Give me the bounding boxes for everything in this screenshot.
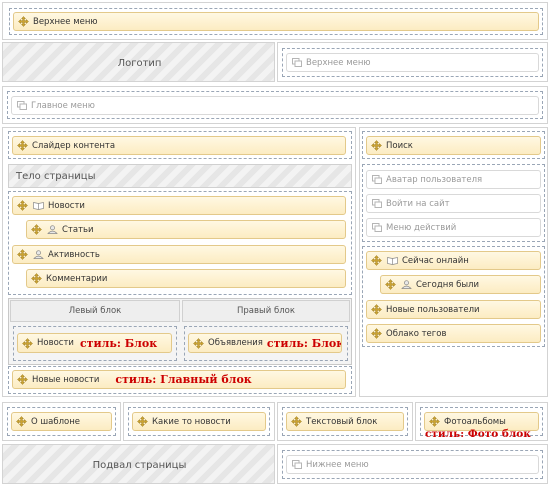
module-label: Поиск bbox=[386, 140, 413, 151]
module-label: Текстовый блок bbox=[306, 416, 378, 427]
new-users-module[interactable]: Новые пользователи bbox=[366, 300, 541, 319]
avatar-module[interactable]: Аватар пользователя bbox=[366, 170, 541, 189]
module-label: Сейчас онлайн bbox=[402, 255, 469, 266]
pages-icon bbox=[17, 101, 27, 110]
comments-module[interactable]: Комментарии bbox=[26, 269, 346, 288]
latest-news-module[interactable]: Новые новости стиль: Главный блок bbox=[12, 370, 346, 389]
pages-icon bbox=[372, 175, 382, 184]
move-icon[interactable] bbox=[31, 224, 42, 235]
top-menu-module[interactable]: Верхнее меню bbox=[13, 12, 539, 31]
left-block-header: Левый блок bbox=[10, 300, 180, 322]
footer-zone: Подвал страницы bbox=[2, 444, 275, 484]
today-were-module[interactable]: Сегодня были bbox=[380, 275, 541, 294]
book-icon bbox=[33, 201, 44, 210]
logo-label: Логотип bbox=[117, 57, 162, 69]
some-news-module[interactable]: Какие то новости bbox=[132, 412, 266, 431]
main-menu-module[interactable]: Главное меню bbox=[11, 96, 539, 115]
pages-icon bbox=[372, 199, 382, 208]
top-menu-zone: Верхнее меню bbox=[277, 42, 548, 82]
module-label: Какие то новости bbox=[152, 416, 231, 427]
module-label: Аватар пользователя bbox=[386, 174, 483, 185]
move-icon[interactable] bbox=[371, 304, 382, 315]
module-label: Новые новости bbox=[32, 374, 100, 385]
actions-menu-module[interactable]: Меню действий bbox=[366, 218, 541, 237]
pages-icon bbox=[292, 58, 302, 67]
move-icon[interactable] bbox=[371, 328, 382, 339]
left-news-module[interactable]: Новости стиль: Блок bbox=[17, 333, 172, 353]
module-label: Верхнее меню bbox=[306, 57, 371, 68]
text-block-module[interactable]: Текстовый блок bbox=[286, 412, 404, 431]
module-label: Слайдер контента bbox=[32, 140, 116, 151]
move-icon[interactable] bbox=[193, 338, 204, 349]
top-menu-module-disabled[interactable]: Верхнее меню bbox=[286, 53, 539, 72]
module-label: Верхнее меню bbox=[33, 16, 98, 27]
move-icon[interactable] bbox=[17, 249, 28, 260]
module-label: Сегодня были bbox=[416, 279, 479, 290]
pages-icon bbox=[372, 223, 382, 232]
bottom-zone-4: Фотоальбомы стиль: Фото блок bbox=[415, 402, 548, 441]
module-label: Объявления bbox=[208, 338, 263, 348]
move-icon[interactable] bbox=[291, 416, 302, 427]
move-icon[interactable] bbox=[16, 416, 27, 427]
right-block-header: Правый блок bbox=[182, 300, 350, 322]
move-icon[interactable] bbox=[371, 140, 382, 151]
module-label: Комментарии bbox=[46, 273, 108, 284]
header-zone: Верхнее меню bbox=[2, 2, 548, 40]
footer-label: Подвал страницы bbox=[92, 459, 187, 471]
move-icon[interactable] bbox=[18, 16, 29, 27]
move-icon[interactable] bbox=[385, 279, 396, 290]
move-icon[interactable] bbox=[137, 416, 148, 427]
photo-style-note: стиль: Фото блок bbox=[425, 428, 531, 440]
search-module[interactable]: Поиск bbox=[366, 136, 541, 155]
module-label: Нижнее меню bbox=[306, 459, 369, 470]
move-icon[interactable] bbox=[17, 140, 28, 151]
module-label: О шаблоне bbox=[31, 416, 81, 427]
announcements-module[interactable]: Объявления стиль: Блок bbox=[188, 333, 342, 353]
module-label: Активность bbox=[48, 249, 100, 260]
articles-module[interactable]: Статьи bbox=[26, 220, 346, 239]
user-icon bbox=[33, 250, 44, 259]
module-label: Новости bbox=[48, 200, 85, 211]
bottom-menu-module[interactable]: Нижнее меню bbox=[286, 455, 539, 474]
move-icon[interactable] bbox=[31, 273, 42, 284]
module-label: Новые пользователи bbox=[386, 304, 480, 315]
module-label: Новости bbox=[37, 338, 74, 348]
move-icon[interactable] bbox=[17, 374, 28, 385]
main-menu-zone: Главное меню bbox=[2, 86, 548, 124]
user-icon bbox=[401, 280, 412, 289]
login-module[interactable]: Войти на сайт bbox=[366, 194, 541, 213]
module-label: Фотоальбомы bbox=[444, 416, 506, 427]
user-icon bbox=[47, 225, 58, 234]
bottom-zone-2: Какие то новости bbox=[123, 402, 275, 441]
move-icon[interactable] bbox=[429, 416, 440, 427]
module-label: Статьи bbox=[62, 224, 94, 235]
about-template-module[interactable]: О шаблоне bbox=[11, 412, 112, 431]
move-icon[interactable] bbox=[17, 200, 28, 211]
news-module[interactable]: Новости bbox=[12, 196, 346, 215]
pages-icon bbox=[292, 460, 302, 469]
right-block-title: Правый блок bbox=[237, 306, 295, 316]
bottom-zone-1: О шаблоне bbox=[2, 402, 121, 441]
slider-module[interactable]: Слайдер контента bbox=[12, 136, 346, 155]
module-label: Меню действий bbox=[386, 222, 457, 233]
bottom-menu-zone: Нижнее меню bbox=[277, 444, 548, 484]
bottom-zone-3: Текстовый блок bbox=[277, 402, 413, 441]
move-icon[interactable] bbox=[371, 255, 382, 266]
book-icon bbox=[387, 256, 398, 265]
style-note: стиль: Главный блок bbox=[115, 373, 252, 386]
module-label: Облако тегов bbox=[386, 328, 447, 339]
module-label: Войти на сайт bbox=[386, 198, 450, 209]
tag-cloud-module[interactable]: Облако тегов bbox=[366, 324, 541, 343]
page-body-title: Тело страницы bbox=[16, 170, 96, 182]
online-now-module[interactable]: Сейчас онлайн bbox=[366, 251, 541, 270]
module-label: Главное меню bbox=[31, 100, 95, 111]
style-note: стиль: Блок bbox=[79, 336, 158, 350]
logo-zone: Логотип bbox=[2, 42, 275, 82]
left-block-title: Левый блок bbox=[68, 306, 122, 316]
style-note: стиль: Блок bbox=[266, 336, 342, 350]
activity-module[interactable]: Активность bbox=[12, 245, 346, 264]
page-body-header: Тело страницы bbox=[8, 164, 352, 188]
move-icon[interactable] bbox=[22, 338, 33, 349]
